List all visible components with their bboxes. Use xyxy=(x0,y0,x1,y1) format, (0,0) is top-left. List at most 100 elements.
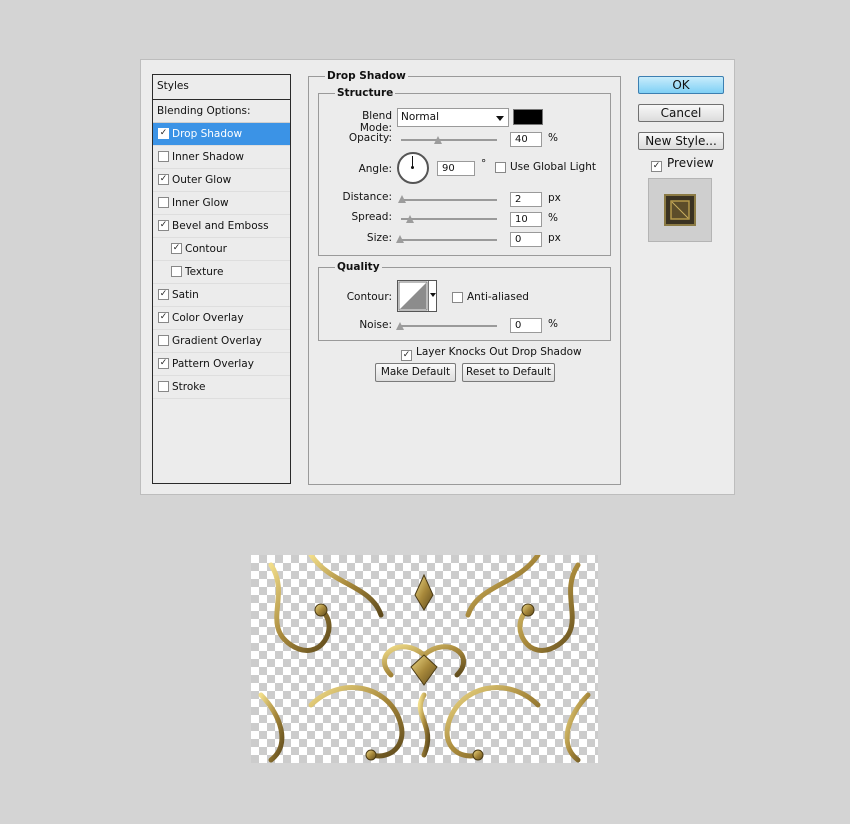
style-item-label: Satin xyxy=(172,289,199,301)
blend-mode-select[interactable]: Normal xyxy=(397,108,509,127)
shadow-color-swatch[interactable] xyxy=(513,109,543,125)
style-item-stroke[interactable]: Stroke xyxy=(153,376,290,399)
distance-slider-thumb[interactable] xyxy=(398,195,406,203)
style-item-inner-glow[interactable]: Inner Glow xyxy=(153,192,290,215)
layer-knocks-out-box[interactable]: ✓ xyxy=(401,350,412,361)
layer-knocks-out-label: Layer Knocks Out Drop Shadow xyxy=(416,346,582,358)
blending-options-item[interactable]: Blending Options: Default xyxy=(153,100,290,139)
distance-unit: px xyxy=(548,192,561,204)
opacity-input[interactable]: 40 xyxy=(510,132,542,147)
style-item-checkbox[interactable] xyxy=(158,381,169,392)
style-item-outer-glow[interactable]: ✓ Outer Glow xyxy=(153,169,290,192)
preview-tile-icon xyxy=(664,194,696,226)
style-item-checkbox[interactable]: ✓ xyxy=(158,289,169,300)
noise-input[interactable]: 0 xyxy=(510,318,542,333)
quality-group: Quality Contour: Anti-aliased Noise: 0 % xyxy=(318,261,611,341)
style-item-contour[interactable]: ✓ Contour xyxy=(153,238,290,261)
styles-header[interactable]: Styles xyxy=(153,75,290,100)
reset-to-default-button[interactable]: Reset to Default xyxy=(462,363,555,382)
use-global-light-label: Use Global Light xyxy=(510,161,596,173)
style-item-checkbox[interactable]: ✓ xyxy=(158,174,169,185)
style-items: ✓ Drop Shadow Inner Shadow ✓ Outer Glow Inner… xyxy=(153,123,290,399)
style-item-checkbox[interactable] xyxy=(158,197,169,208)
drop-shadow-group: Drop Shadow Structure Blend Mode: Normal… xyxy=(308,70,621,485)
ornament-canvas xyxy=(251,555,598,763)
make-default-button[interactable]: Make Default xyxy=(375,363,456,382)
anti-aliased-checkbox[interactable]: Anti-aliased xyxy=(452,291,529,306)
style-item-label: Color Overlay xyxy=(172,312,244,324)
size-slider-thumb[interactable] xyxy=(396,235,404,243)
styles-list: Styles Blending Options: Default ✓Drop S… xyxy=(152,74,291,484)
distance-slider-track[interactable] xyxy=(401,199,497,201)
preview-checkbox[interactable]: ✓ Preview xyxy=(651,156,714,172)
preview-box[interactable]: ✓ xyxy=(651,161,662,172)
spread-slider-track[interactable] xyxy=(401,218,497,220)
style-item-pattern-overlay[interactable]: ✓ Pattern Overlay xyxy=(153,353,290,376)
noise-slider-track[interactable] xyxy=(401,325,497,327)
style-item-label: Stroke xyxy=(172,381,206,393)
cancel-button[interactable]: Cancel xyxy=(638,104,724,122)
style-item-gradient-overlay[interactable]: Gradient Overlay xyxy=(153,330,290,353)
spread-unit: % xyxy=(548,212,558,224)
ok-button[interactable]: OK xyxy=(638,76,724,94)
style-item-checkbox[interactable] xyxy=(171,266,182,277)
style-item-bevel-and-emboss[interactable]: ✓ Bevel and Emboss xyxy=(153,215,290,238)
style-item-checkbox[interactable] xyxy=(158,335,169,346)
spread-label: Spread: xyxy=(351,211,392,223)
new-style-button[interactable]: New Style... xyxy=(638,132,724,150)
style-item-satin[interactable]: ✓ Satin xyxy=(153,284,290,307)
style-item-checkbox[interactable]: ✓ xyxy=(158,312,169,323)
style-item-texture[interactable]: Texture xyxy=(153,261,290,284)
style-item-label: Texture xyxy=(185,266,224,278)
size-label: Size: xyxy=(366,232,392,244)
noise-label: Noise: xyxy=(359,319,392,331)
style-item-checkbox[interactable]: ✓ xyxy=(158,128,169,139)
angle-unit: ° xyxy=(481,158,487,170)
size-unit: px xyxy=(548,232,561,244)
style-item-label: Pattern Overlay xyxy=(172,358,254,370)
style-item-checkbox[interactable]: ✓ xyxy=(171,243,182,254)
drop-shadow-title: Drop Shadow xyxy=(325,70,408,82)
style-item-label: Outer Glow xyxy=(172,174,232,186)
use-global-light-box[interactable] xyxy=(495,162,506,173)
distance-input[interactable]: 2 xyxy=(510,192,542,207)
opacity-label: Opacity: xyxy=(348,132,392,144)
size-slider-track[interactable] xyxy=(401,239,497,241)
style-item-label: Inner Glow xyxy=(172,197,229,209)
contour-label: Contour: xyxy=(346,291,392,303)
distance-label: Distance: xyxy=(342,191,392,203)
style-item-label: Inner Shadow xyxy=(172,151,244,163)
contour-dropdown[interactable] xyxy=(428,281,437,311)
opacity-slider-track[interactable] xyxy=(401,139,497,141)
use-global-light-checkbox[interactable]: Use Global Light xyxy=(495,161,596,176)
style-item-checkbox[interactable]: ✓ xyxy=(158,220,169,231)
angle-label: Angle: xyxy=(358,163,392,175)
anti-aliased-label: Anti-aliased xyxy=(467,291,529,303)
layer-knocks-out-checkbox[interactable]: ✓ Layer Knocks Out Drop Shadow xyxy=(401,346,582,361)
contour-picker[interactable] xyxy=(397,280,437,312)
structure-group: Structure Blend Mode: Normal Opacity: 40… xyxy=(318,87,611,256)
anti-aliased-box[interactable] xyxy=(452,292,463,303)
style-item-drop-shadow[interactable]: ✓ Drop Shadow xyxy=(153,123,290,146)
style-item-label: Contour xyxy=(185,243,227,255)
angle-dial[interactable] xyxy=(397,152,429,184)
style-item-checkbox[interactable] xyxy=(158,151,169,162)
style-item-inner-shadow[interactable]: Inner Shadow xyxy=(153,146,290,169)
opacity-unit: % xyxy=(548,132,558,144)
style-item-label: Bevel and Emboss xyxy=(172,220,269,232)
style-item-color-overlay[interactable]: ✓ Color Overlay xyxy=(153,307,290,330)
style-item-checkbox[interactable]: ✓ xyxy=(158,358,169,369)
noise-unit: % xyxy=(548,318,558,330)
spread-input[interactable]: 10 xyxy=(510,212,542,227)
spread-slider-thumb[interactable] xyxy=(406,215,414,223)
size-input[interactable]: 0 xyxy=(510,232,542,247)
opacity-slider-thumb[interactable] xyxy=(434,136,442,144)
blend-mode-label: Blend Mode: xyxy=(359,110,392,134)
style-item-label: Gradient Overlay xyxy=(172,335,262,347)
angle-input[interactable]: 90 xyxy=(437,161,475,176)
noise-slider-thumb[interactable] xyxy=(396,322,404,330)
angle-dial-center xyxy=(411,166,414,169)
contour-curve-icon xyxy=(398,281,428,311)
structure-title: Structure xyxy=(335,87,396,99)
chevron-down-icon xyxy=(430,293,436,297)
